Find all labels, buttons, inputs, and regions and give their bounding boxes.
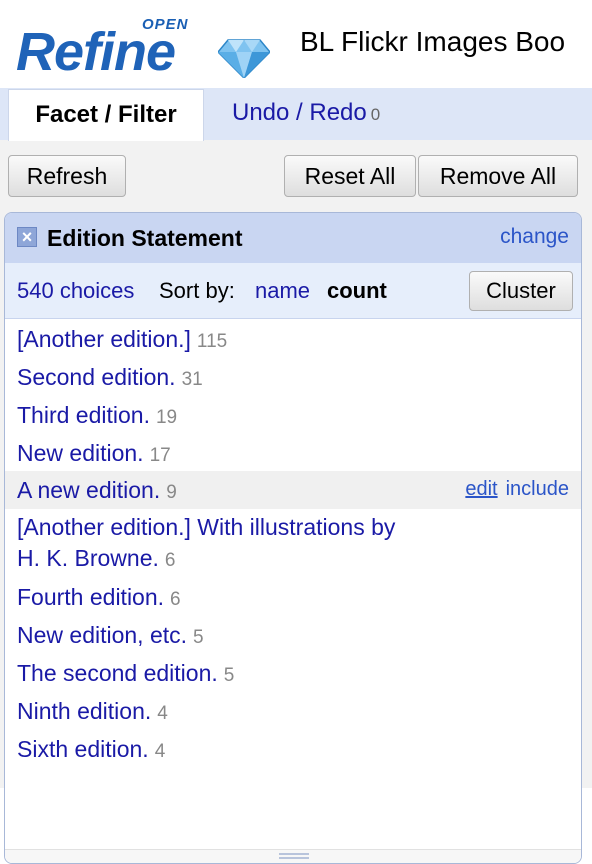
left-panel: Facet / Filter Undo / Redo 0 Refresh Rese…	[0, 88, 592, 864]
facet-choice[interactable]: New edition. 17	[5, 438, 581, 471]
facet-resize-handle[interactable]	[5, 849, 581, 863]
remove-all-button[interactable]: Remove All	[418, 155, 578, 197]
facet-choice[interactable]: [Another edition.] With illustrations by…	[5, 512, 581, 576]
choice-count: 5	[193, 627, 204, 648]
choice-count: 4	[154, 741, 166, 762]
choice-label: Sixth edition.	[17, 736, 149, 762]
reset-all-button[interactable]: Reset All	[284, 155, 416, 197]
facet-title-bar: × Edition Statement change	[5, 213, 581, 263]
choice-label: The second edition.	[17, 660, 218, 686]
choice-label: Fourth edition.	[17, 584, 165, 610]
choice-label: Second edition.	[17, 364, 176, 390]
choice-label: New edition, etc.	[17, 622, 188, 648]
choice-label: Ninth edition.	[17, 698, 152, 724]
choices-count-link[interactable]: 540 choices	[17, 278, 134, 304]
choice-include-link[interactable]: include	[506, 478, 569, 500]
facet-choice[interactable]: New edition, etc. 5	[5, 620, 581, 653]
facet-title: Edition Statement	[47, 225, 243, 251]
facet-choice[interactable]: Fourth edition. 6	[5, 582, 581, 615]
facet-choice[interactable]: Second edition. 31	[5, 362, 581, 395]
facet-choice-hovered[interactable]: A new edition. 9 edit include	[5, 471, 581, 509]
grip-icon	[279, 853, 309, 859]
choice-label-line1: [Another edition.] With illustrations by	[17, 514, 396, 540]
undo-redo-count: 0	[370, 105, 381, 124]
refresh-button[interactable]: Refresh	[8, 155, 126, 197]
tab-bar: Facet / Filter Undo / Redo 0	[0, 88, 592, 141]
tab-undo-redo[interactable]: Undo / Redo 0	[232, 88, 380, 140]
choice-count: 5	[223, 665, 235, 686]
app-header: Refine OPEN BL Flickr Images Boo	[0, 0, 592, 88]
tab-undo-redo-label: Undo / Redo	[232, 99, 367, 126]
sort-by-name-link[interactable]: name	[255, 278, 310, 304]
facet-choice[interactable]: The second edition. 5	[5, 658, 581, 691]
choice-count: 4	[157, 703, 168, 724]
facet-controls: 540 choices Sort by: name count Cluster	[5, 263, 581, 319]
facet-choice[interactable]: Third edition. 19	[5, 400, 581, 433]
choice-actions: edit include	[465, 471, 569, 507]
choice-edit-link[interactable]: edit	[465, 478, 497, 500]
choice-label: Third edition.	[17, 402, 150, 428]
choice-count: 6	[164, 550, 176, 571]
choice-count: 31	[181, 369, 203, 390]
choice-label: [Another edition.]	[17, 326, 191, 352]
facet-panel: × Edition Statement change 540 choices S…	[4, 212, 582, 864]
diamond-icon	[218, 39, 270, 78]
tab-facet-filter[interactable]: Facet / Filter	[8, 89, 204, 141]
facet-choice[interactable]: [Another edition.] 115	[5, 324, 581, 357]
openrefine-logo[interactable]: Refine OPEN	[16, 14, 276, 84]
facet-change-link[interactable]: change	[500, 225, 569, 249]
sort-by-count-selected[interactable]: count	[327, 278, 387, 304]
project-title[interactable]: BL Flickr Images Boo	[300, 26, 565, 58]
facet-choice[interactable]: Sixth edition. 4	[5, 734, 581, 767]
choice-count: 17	[149, 445, 171, 466]
logo-open-text: OPEN	[142, 16, 189, 33]
choice-label-line2: H. K. Browne.	[17, 545, 159, 571]
choice-count: 115	[196, 331, 228, 352]
choice-count: 6	[170, 589, 181, 610]
choice-count: 19	[155, 407, 178, 428]
sort-by-label: Sort by:	[159, 278, 235, 303]
choice-count: 9	[166, 482, 177, 503]
facet-choices-list: [Another edition.] 115 Second edition. 31 …	[5, 320, 581, 852]
close-icon[interactable]: ×	[17, 227, 37, 247]
facet-choice[interactable]: Ninth edition. 4	[5, 696, 581, 729]
choice-label: New edition.	[17, 440, 144, 466]
choice-label: A new edition.	[17, 477, 161, 503]
cluster-button[interactable]: Cluster	[469, 271, 573, 311]
